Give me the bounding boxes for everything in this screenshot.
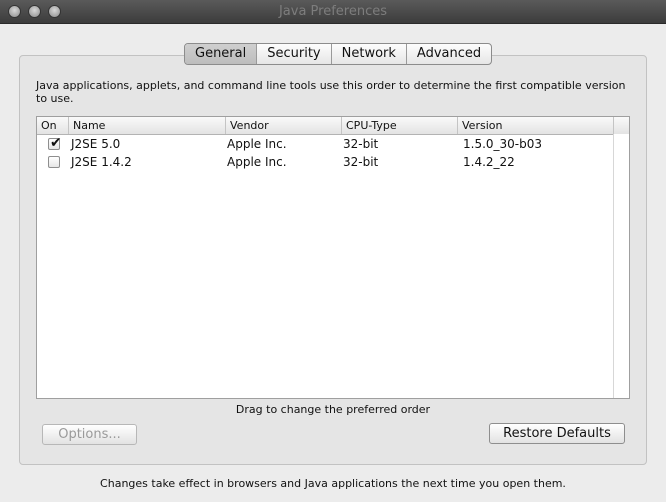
enable-checkbox[interactable]: [48, 156, 60, 168]
table-header: On Name Vendor CPU-Type Version: [37, 117, 629, 135]
column-header-on[interactable]: On: [37, 117, 69, 134]
checkmark-icon: ✔: [50, 135, 62, 151]
drag-hint: Drag to change the preferred order: [235, 403, 431, 416]
window-title: Java Preferences: [278, 4, 388, 19]
row-cpu-type: 32-bit: [343, 137, 379, 151]
footer-note: Changes take effect in browsers and Java…: [100, 477, 566, 490]
header-corner: [614, 117, 629, 134]
table-row[interactable]: ✔ J2SE 5.0 Apple Inc. 32-bit 1.5.0_30-b0…: [37, 135, 614, 153]
row-cpu-type: 32-bit: [343, 155, 379, 169]
row-version: 1.5.0_30-b03: [463, 137, 543, 151]
row-vendor: Apple Inc.: [227, 155, 287, 169]
tab-general[interactable]: General: [185, 44, 258, 64]
row-version: 1.4.2_22: [463, 155, 515, 169]
jvm-version-table[interactable]: On Name Vendor CPU-Type Version ✔ J2SE 5…: [36, 116, 630, 399]
vertical-scrollbar[interactable]: [613, 134, 629, 398]
tab-bar: General Security Network Advanced: [184, 43, 493, 65]
tab-advanced[interactable]: Advanced: [407, 44, 491, 64]
enable-checkbox[interactable]: ✔: [48, 135, 62, 151]
column-header-cpu-type[interactable]: CPU-Type: [342, 117, 458, 134]
row-name: J2SE 5.0: [71, 137, 121, 151]
column-header-name[interactable]: Name: [69, 117, 226, 134]
description-text: Java applications, applets, and command …: [36, 79, 626, 105]
row-vendor: Apple Inc.: [227, 137, 287, 151]
table-row[interactable]: J2SE 1.4.2 Apple Inc. 32-bit 1.4.2_22: [37, 153, 614, 171]
column-header-vendor[interactable]: Vendor: [226, 117, 342, 134]
tab-network[interactable]: Network: [332, 44, 407, 64]
tab-security[interactable]: Security: [257, 44, 332, 64]
options-button[interactable]: Options...: [42, 424, 137, 445]
restore-defaults-button[interactable]: Restore Defaults: [489, 423, 625, 444]
title-bar: Java Preferences: [0, 0, 666, 24]
row-name: J2SE 1.4.2: [71, 155, 132, 169]
column-header-version[interactable]: Version: [458, 117, 614, 134]
java-preferences-window: Java Preferences General Security Networ…: [0, 0, 666, 502]
